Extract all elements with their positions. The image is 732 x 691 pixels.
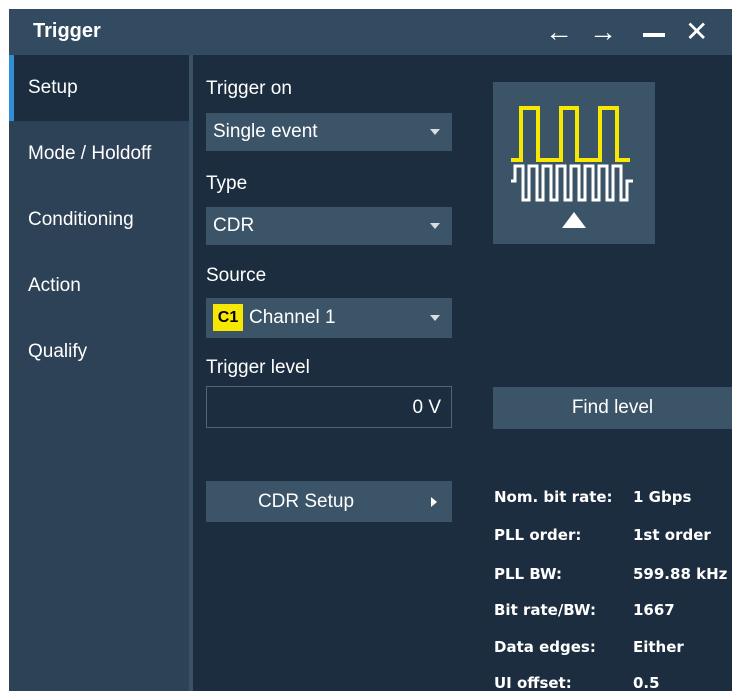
sidebar-item-label: Conditioning — [28, 209, 134, 230]
chevron-down-icon — [430, 129, 440, 135]
trigger-dialog: Trigger ← → ✕ Setup Mode / Holdoff Condi… — [9, 9, 732, 691]
channel-badge: C1 — [213, 304, 243, 331]
info-value: 1 Gbps — [633, 488, 692, 506]
cdr-setup-button[interactable]: CDR Setup — [206, 481, 452, 522]
chevron-down-icon — [430, 315, 440, 321]
info-key: Bit rate/BW: — [494, 601, 597, 619]
info-key: PLL order: — [494, 526, 582, 544]
sidebar-divider — [189, 55, 193, 691]
type-label: Type — [206, 173, 248, 194]
sidebar: Setup Mode / Holdoff Conditioning Action… — [9, 55, 189, 691]
info-value: 599.88 kHz — [633, 565, 728, 583]
trigger-type-preview — [493, 82, 655, 244]
sidebar-item-label: Mode / Holdoff — [28, 143, 152, 164]
source-value: Channel 1 — [249, 307, 336, 328]
sidebar-item-mode-holdoff[interactable]: Mode / Holdoff — [9, 121, 189, 187]
trigger-on-dropdown[interactable]: Single event — [206, 113, 452, 151]
type-dropdown[interactable]: CDR — [206, 207, 452, 245]
trigger-on-value: Single event — [213, 121, 318, 142]
right-arrow-icon[interactable]: → — [589, 17, 617, 47]
sidebar-item-label: Qualify — [28, 341, 88, 362]
cdr-waveform-icon — [511, 106, 633, 228]
sidebar-item-setup[interactable]: Setup — [9, 55, 189, 121]
sidebar-item-label: Setup — [28, 77, 78, 98]
info-key: PLL BW: — [494, 565, 563, 583]
sidebar-item-label: Action — [28, 275, 81, 296]
minimize-icon[interactable] — [643, 33, 665, 37]
chevron-right-icon — [431, 497, 437, 507]
trigger-level-label: Trigger level — [206, 357, 310, 378]
sidebar-item-action[interactable]: Action — [9, 253, 189, 319]
info-value: 1667 — [633, 601, 675, 619]
sidebar-item-qualify[interactable]: Qualify — [9, 319, 189, 385]
info-value: 0.5 — [633, 674, 660, 691]
info-value: 1st order — [633, 526, 711, 544]
sidebar-item-conditioning[interactable]: Conditioning — [9, 187, 189, 253]
close-icon[interactable]: ✕ — [685, 17, 708, 47]
title-bar: Trigger ← → ✕ — [9, 9, 732, 55]
trigger-level-value: 0 V — [412, 397, 441, 418]
source-dropdown[interactable]: C1 Channel 1 — [206, 298, 452, 338]
trigger-level-input[interactable]: 0 V — [206, 386, 452, 428]
info-key: Data edges: — [494, 638, 596, 656]
info-key: Nom. bit rate: — [494, 488, 613, 506]
dialog-title: Trigger — [33, 20, 101, 42]
cdr-setup-label: CDR Setup — [257, 491, 355, 512]
chevron-down-icon — [430, 223, 440, 229]
left-arrow-icon[interactable]: ← — [545, 17, 573, 47]
source-label: Source — [206, 265, 267, 286]
info-value: Either — [633, 638, 684, 656]
type-value: CDR — [213, 215, 255, 236]
find-level-button[interactable]: Find level — [493, 387, 732, 429]
trigger-on-label: Trigger on — [206, 78, 292, 99]
info-key: UI offset: — [494, 674, 572, 691]
